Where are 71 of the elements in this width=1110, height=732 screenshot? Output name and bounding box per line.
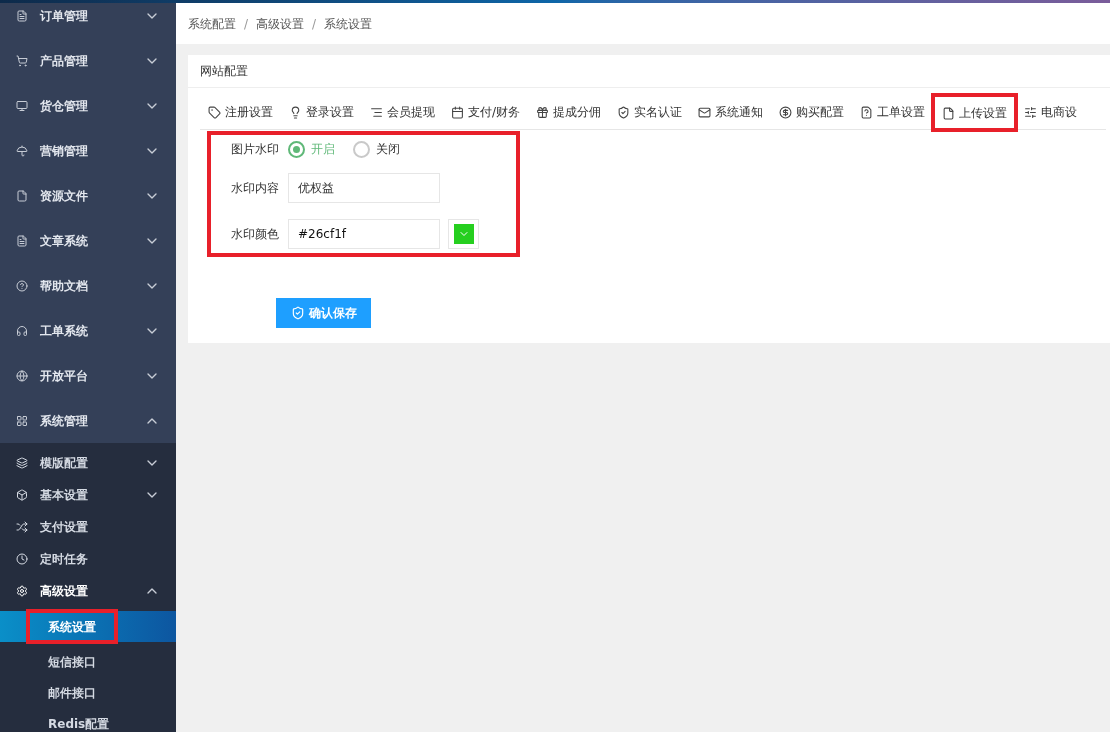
tab-icon <box>370 105 383 119</box>
tab[interactable]: 提成分佣 <box>528 95 610 129</box>
tab-icon <box>779 105 793 119</box>
submenu-link[interactable]: 系统设置 <box>0 611 176 642</box>
radio-option[interactable]: 关闭 <box>353 140 400 158</box>
menu-icon <box>16 414 28 427</box>
breadcrumb-link[interactable]: 系统设置 <box>324 14 373 33</box>
menu-icon <box>16 369 28 382</box>
menu-icon <box>16 54 28 67</box>
menu-icon <box>16 9 28 22</box>
breadcrumb-separator: / <box>312 15 317 33</box>
sidebar-item[interactable]: 货仓管理 <box>0 83 176 128</box>
tab[interactable]: 登录设置 <box>281 95 362 129</box>
tab-icon <box>536 105 550 119</box>
menu-icon <box>16 144 28 157</box>
sidebar-item[interactable]: 营销管理 <box>0 128 176 173</box>
tab-icon <box>289 105 302 119</box>
sidebar-item[interactable]: 开放平台 <box>0 353 176 398</box>
menu-icon <box>16 553 28 565</box>
field-label: 图片水印 <box>231 141 280 158</box>
submenu-link[interactable]: 短信接口 <box>0 646 176 677</box>
tab-icon <box>698 105 712 119</box>
radio-icon <box>288 140 305 158</box>
submenu-link[interactable]: 邮件接口 <box>0 677 176 708</box>
tab[interactable]: 支付/财务 <box>443 95 529 129</box>
sidebar-item[interactable]: 系统管理 <box>0 398 176 443</box>
tab[interactable]: 会员提现 <box>362 95 443 129</box>
tab[interactable]: 工单设置 <box>852 95 934 129</box>
menu-icon <box>16 585 28 597</box>
menu-icon <box>16 279 28 292</box>
submenu-item[interactable]: 支付设置 <box>0 511 176 543</box>
sidebar-item[interactable]: 产品管理 <box>0 38 176 83</box>
submenu-item[interactable]: 基本设置 <box>0 479 176 511</box>
breadcrumb-link[interactable]: 高级设置 <box>256 14 305 33</box>
tab-icon <box>1024 105 1038 119</box>
menu-icon <box>16 189 28 202</box>
tab-icon <box>208 105 221 119</box>
tab[interactable]: 上传设置 <box>933 95 1017 130</box>
radio-icon <box>353 140 370 158</box>
submenu-link[interactable]: Redis配置 <box>0 708 176 732</box>
tab-icon <box>942 106 956 120</box>
tab[interactable]: 电商设 <box>1016 95 1086 129</box>
tab[interactable]: 实名认证 <box>609 95 691 129</box>
sidebar-item[interactable]: 资源文件 <box>0 173 176 218</box>
tab[interactable]: 注册设置 <box>200 95 281 129</box>
sidebar-item[interactable]: 帮助文档 <box>0 263 176 308</box>
color-field[interactable]: #26cf1f <box>288 219 440 249</box>
breadcrumb-separator: / <box>244 15 249 33</box>
sidebar-item[interactable]: 文章系统 <box>0 218 176 263</box>
submenu-item[interactable]: 高级设置 <box>0 575 176 607</box>
shield-check-icon <box>290 306 305 320</box>
menu-icon <box>16 324 28 337</box>
card-title: 网站配置 <box>188 55 1110 88</box>
field-label: 水印内容 <box>231 180 280 197</box>
text-field[interactable]: 优权益 <box>288 173 440 203</box>
tab-icon <box>451 105 464 119</box>
menu-icon <box>16 234 28 247</box>
submenu-item[interactable]: 定时任务 <box>0 543 176 575</box>
sidebar-item[interactable]: 工单系统 <box>0 308 176 353</box>
tab[interactable]: 系统通知 <box>690 95 772 129</box>
tab-icon <box>860 105 874 119</box>
menu-icon <box>16 457 28 469</box>
menu-icon <box>16 489 28 501</box>
breadcrumb-link[interactable]: 系统配置 <box>188 14 236 33</box>
sidebar-item[interactable]: 订单管理 <box>0 3 176 38</box>
submenu-item[interactable]: 模版配置 <box>0 447 176 479</box>
tab-icon <box>617 105 631 119</box>
field-label: 水印颜色 <box>231 226 280 243</box>
menu-icon <box>16 521 28 533</box>
tab[interactable]: 购买配置 <box>771 95 853 129</box>
menu-icon <box>16 99 28 112</box>
